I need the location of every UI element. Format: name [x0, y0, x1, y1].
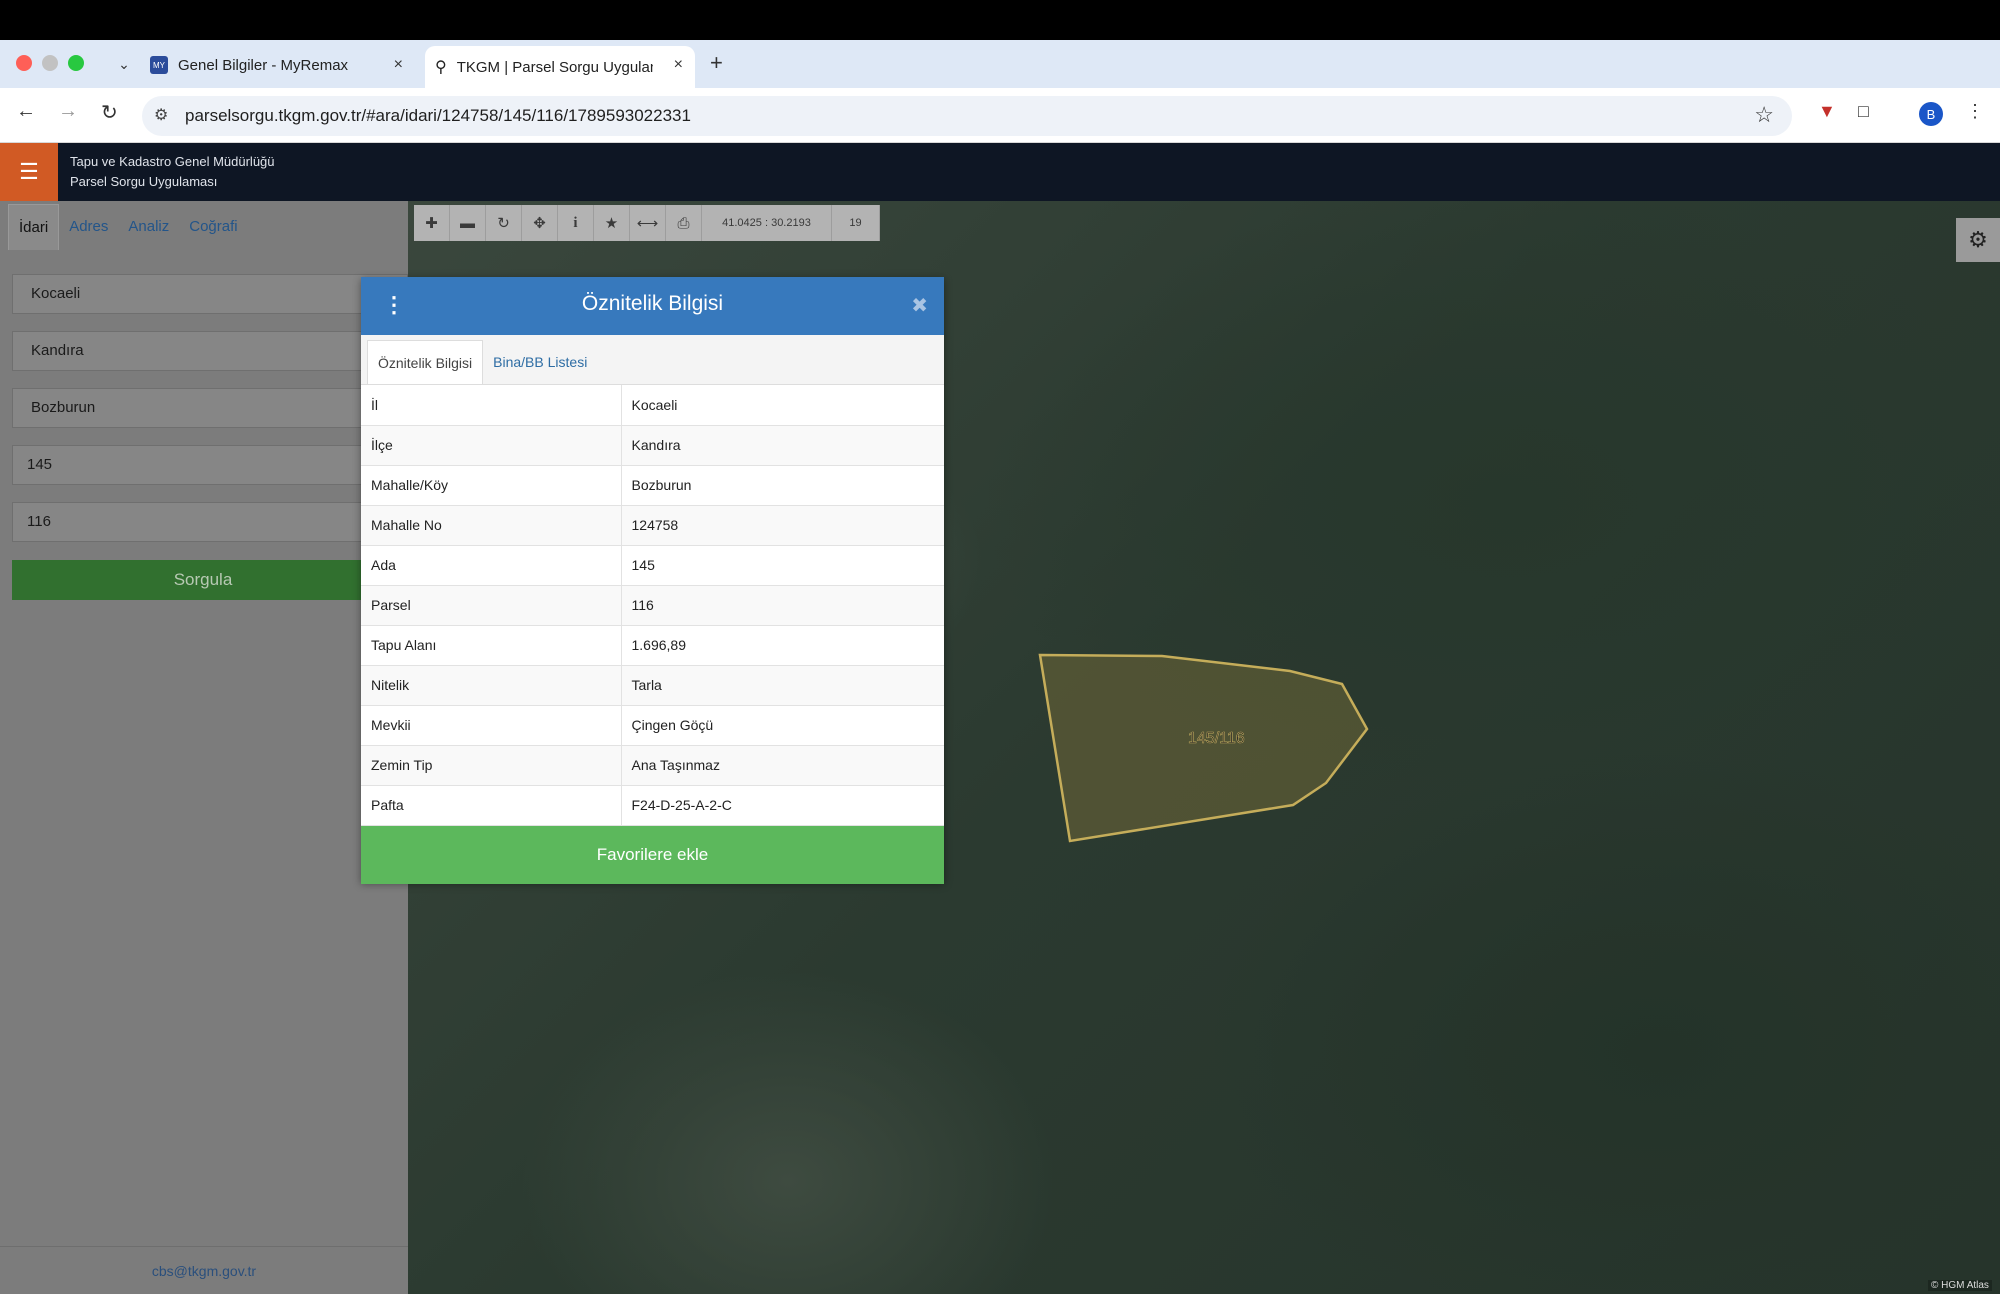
ada-input[interactable]: 145: [12, 445, 408, 485]
sorgula-button[interactable]: Sorgula: [12, 560, 408, 600]
parsel-input[interactable]: 116: [12, 502, 408, 542]
reload-icon[interactable]: ↻: [101, 100, 118, 125]
table-row: Nitelik Tarla: [361, 665, 944, 706]
forward-arrow-icon[interactable]: →: [58, 100, 78, 123]
ilce-select[interactable]: Kandıra: [12, 331, 408, 371]
tab-cografi[interactable]: Coğrafi: [179, 204, 247, 250]
map-attribution: © HGM Atlas: [1928, 1280, 1992, 1291]
attribute-key: Mevkii: [361, 705, 622, 746]
browser-tab-tkgm[interactable]: ⚲ TKGM | Parsel Sorgu Uygulaması ×: [425, 46, 695, 88]
org-line-2: Parsel Sorgu Uygulaması: [70, 174, 218, 189]
attribute-key: Mahalle/Köy: [361, 465, 622, 506]
add-to-favorites-button[interactable]: Favorilere ekle: [361, 825, 944, 884]
attribute-key: Parsel: [361, 585, 622, 626]
attribute-key: Pafta: [361, 785, 622, 826]
window-close-button[interactable]: [16, 55, 32, 71]
mahalle-select[interactable]: Bozburun: [12, 388, 408, 428]
print-icon[interactable]: ⎙: [666, 205, 702, 241]
modal-header: ⋮ Öznitelik Bilgisi ✖: [361, 277, 944, 335]
close-tab-icon[interactable]: ×: [674, 56, 683, 74]
attribute-key: Zemin Tip: [361, 745, 622, 786]
table-row: İl Kocaeli: [361, 385, 944, 426]
table-row: Mahalle/Köy Bozburun: [361, 465, 944, 506]
browser-tab-myremax[interactable]: MY Genel Bilgiler - MyRemax ×: [150, 46, 415, 84]
hamburger-menu-icon[interactable]: ☰: [0, 143, 58, 201]
myremax-icon: MY: [150, 56, 168, 74]
close-icon[interactable]: ✖: [911, 293, 928, 318]
info-icon[interactable]: i: [558, 205, 594, 241]
attribute-info-modal: ⋮ Öznitelik Bilgisi ✖ Öznitelik Bilgisi …: [361, 277, 944, 884]
attribute-value: 116: [621, 585, 944, 626]
favorite-star-icon[interactable]: ★: [594, 205, 630, 241]
omnibox[interactable]: ⚙ parselsorgu.tkgm.gov.tr/#ara/idari/124…: [142, 96, 1792, 136]
attribute-key: Mahalle No: [361, 505, 622, 546]
attribute-value: Kocaeli: [621, 385, 944, 426]
new-tab-button[interactable]: +: [710, 50, 723, 76]
tab-analiz[interactable]: Analiz: [118, 204, 179, 250]
tab-title: TKGM | Parsel Sorgu Uygulaması: [456, 58, 653, 76]
zoom-in-icon[interactable]: ✚: [414, 205, 450, 241]
parcel-polygon[interactable]: [1038, 653, 1369, 843]
table-row: Pafta F24-D-25-A-2-C: [361, 785, 944, 826]
back-arrow-icon[interactable]: ←: [16, 100, 36, 123]
il-select[interactable]: Kocaeli: [12, 274, 408, 314]
attribute-value: 145: [621, 545, 944, 586]
attribute-value: Bozburun: [621, 465, 944, 506]
attribute-value: Çingen Göçü: [621, 705, 944, 746]
attribute-key: İlçe: [361, 425, 622, 466]
attribute-table: İl Kocaeli İlçe Kandıra Mahalle/Köy Bozburun M…: [361, 385, 944, 826]
tab-idari[interactable]: İdari: [8, 204, 60, 250]
contact-email-link[interactable]: cbs@tkgm.gov.tr: [0, 1246, 408, 1294]
site-settings-icon[interactable]: ⚙: [154, 105, 168, 125]
location-pin-icon: ⚲: [435, 59, 447, 76]
attribute-value: 124758: [621, 505, 944, 546]
table-row: Mahalle No 124758: [361, 505, 944, 546]
attribute-value: Tarla: [621, 665, 944, 706]
profile-avatar[interactable]: B: [1919, 102, 1943, 126]
attribute-value: F24-D-25-A-2-C: [621, 785, 944, 826]
refresh-icon[interactable]: ↻: [486, 205, 522, 241]
tab-title: Genel Bilgiler - MyRemax: [178, 56, 349, 74]
bookmark-star-icon[interactable]: ☆: [1754, 102, 1774, 128]
attribute-value: Ana Taşınmaz: [621, 745, 944, 786]
attribute-key: Nitelik: [361, 665, 622, 706]
coordinate-readout: 41.0425 : 30.2193: [702, 205, 832, 241]
attribute-value: 1.696,89: [621, 625, 944, 666]
browser-menu-icon[interactable]: ⋮: [1966, 101, 1984, 122]
organization-name: Tapu ve Kadastro Genel Müdürlüğü Parsel …: [70, 152, 275, 192]
modal-tabs: Öznitelik Bilgisi Bina/BB Listesi: [361, 335, 944, 385]
tab-oznitelik-bilgisi[interactable]: Öznitelik Bilgisi: [367, 340, 484, 384]
tab-adres[interactable]: Adres: [59, 204, 118, 250]
extension-shield-icon[interactable]: ▼: [1818, 101, 1836, 122]
app-header: [0, 143, 2000, 201]
table-row: Mevkii Çingen Göçü: [361, 705, 944, 746]
screen-top-bar: [0, 0, 2000, 40]
map-toolbar: ✚ ▬ ↻ ✥ i ★ ⟷ ⎙ 41.0425 : 30.2193 19: [414, 205, 880, 241]
table-row: Ada 145: [361, 545, 944, 586]
map-settings-gear-icon[interactable]: ⚙: [1956, 218, 2000, 262]
extensions-puzzle-icon[interactable]: □: [1858, 101, 1869, 122]
attribute-key: Ada: [361, 545, 622, 586]
org-line-1: Tapu ve Kadastro Genel Müdürlüğü: [70, 154, 275, 169]
tab-search-chevron-icon[interactable]: ⌄: [112, 52, 136, 76]
sidebar-tabs: İdari Adres Analiz Coğrafi: [8, 204, 248, 250]
tab-bina-bb-listesi[interactable]: Bina/BB Listesi: [483, 340, 597, 384]
table-row: Zemin Tip Ana Taşınmaz: [361, 745, 944, 786]
table-row: Parsel 116: [361, 585, 944, 626]
close-tab-icon[interactable]: ×: [394, 56, 403, 74]
zoom-out-icon[interactable]: ▬: [450, 205, 486, 241]
window-minimize-button[interactable]: [42, 55, 58, 71]
crosshair-icon[interactable]: ✥: [522, 205, 558, 241]
parcel-label: 145/116: [1188, 730, 1245, 747]
window-maximize-button[interactable]: [68, 55, 84, 71]
url-text[interactable]: parselsorgu.tkgm.gov.tr/#ara/idari/12475…: [185, 106, 691, 126]
attribute-key: İl: [361, 385, 622, 426]
modal-title: Öznitelik Bilgisi: [581, 292, 724, 315]
table-row: Tapu Alanı 1.696,89: [361, 625, 944, 666]
zoom-level-readout: 19: [832, 205, 880, 241]
measure-icon[interactable]: ⟷: [630, 205, 666, 241]
table-row: İlçe Kandıra: [361, 425, 944, 466]
attribute-key: Tapu Alanı: [361, 625, 622, 666]
attribute-value: Kandıra: [621, 425, 944, 466]
